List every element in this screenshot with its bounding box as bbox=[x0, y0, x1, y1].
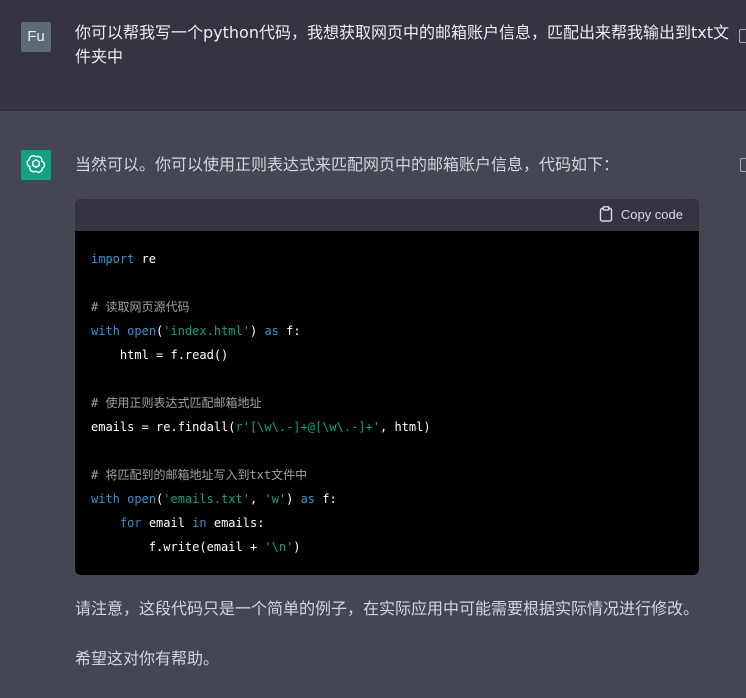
code-comment: # 读取网页源代码 bbox=[91, 300, 190, 314]
thumb-icon[interactable] bbox=[740, 158, 746, 172]
code-line: f.write(email + '\n') bbox=[91, 540, 301, 554]
code-line: emails = re.findall(r'[\w\.-]+@[\w\.-]+'… bbox=[91, 420, 431, 434]
copy-code-button[interactable]: Copy code bbox=[599, 206, 683, 222]
user-message-text: 你可以帮我写一个python代码，我想获取网页中的邮箱账户信息，匹配出来帮我输出… bbox=[75, 23, 729, 66]
openai-logo-icon bbox=[21, 150, 51, 180]
code-block-header: Copy code bbox=[75, 199, 699, 231]
code-line: with open('emails.txt', 'w') as f: bbox=[91, 492, 337, 506]
code-line: # 将匹配到的邮箱地址写入到txt文件中 bbox=[91, 463, 699, 487]
user-avatar: Fu bbox=[21, 22, 51, 52]
clipboard-icon bbox=[599, 206, 613, 222]
code-comment: # 将匹配到的邮箱地址写入到txt文件中 bbox=[91, 468, 308, 482]
code-comment: # 使用正则表达式匹配邮箱地址 bbox=[91, 396, 262, 410]
code-line: # 读取网页源代码 bbox=[91, 295, 699, 319]
code-line: # 使用正则表达式匹配邮箱地址 bbox=[91, 391, 699, 415]
assistant-intro-text: 当然可以。你可以使用正则表达式来匹配网页中的邮箱账户信息，代码如下： bbox=[75, 155, 620, 174]
code-line: html = f.read() bbox=[91, 348, 229, 362]
assistant-closing-text: 希望这对你有帮助。 bbox=[75, 649, 220, 668]
code-content: import re # 读取网页源代码 with open('index.htm… bbox=[75, 231, 699, 559]
assistant-note-text: 请注意，这段代码只是一个简单的例子，在实际应用中可能需要根据实际情况进行修改。 bbox=[75, 599, 700, 618]
edit-icon[interactable] bbox=[739, 29, 746, 43]
code-block: Copy code import re # 读取网页源代码 with open(… bbox=[75, 199, 699, 575]
code-line: with open('index.html') as f: bbox=[91, 324, 301, 338]
code-line: for email in emails: bbox=[119, 516, 265, 530]
code-keyword: import bbox=[91, 252, 135, 266]
code-line: import re bbox=[91, 252, 157, 266]
user-message-row: Fu 你可以帮我写一个python代码，我想获取网页中的邮箱账户信息，匹配出来帮… bbox=[0, 0, 746, 111]
copy-code-label: Copy code bbox=[620, 206, 683, 222]
